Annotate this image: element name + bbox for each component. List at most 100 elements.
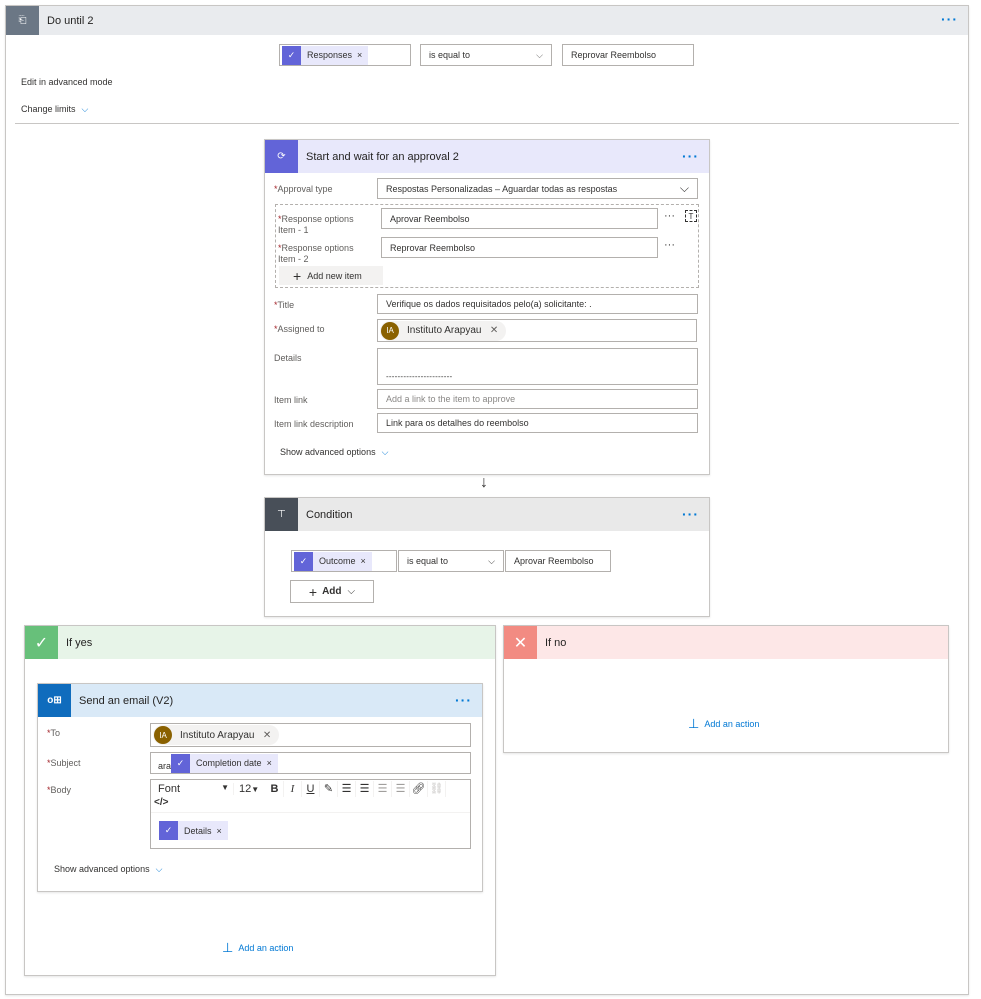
details-token[interactable]: ✓ Details × [159,821,228,840]
item-link-description-label: Item link description [274,419,354,429]
approval-icon: ✓ [294,551,313,571]
details-input[interactable]: - - - - - - - - - - - - - - - - - - - - … [377,348,698,385]
if-no-add-action-button[interactable]: ⊥ Add an action [688,716,759,732]
assigned-to-label: *Assigned to [274,324,325,334]
add-new-item-button[interactable]: + Add new item [279,266,383,285]
email-show-advanced-options-link[interactable]: Show advanced options ⌵ [54,864,162,875]
add-condition-button[interactable]: + Add ⌵ [290,580,374,603]
condition-operator-select[interactable]: is equal to ⌵ [398,550,504,572]
rich-text-toolbar: Font ▼ 12▼ B I U ✎ ☰ ☰ ☰ ☰ 🔗︎ ⛓︎ [151,780,470,797]
response-option-1-input[interactable]: Aprovar Reembolso [381,208,658,229]
person-chip[interactable]: IA Instituto Arapyau ✕ [380,320,507,341]
approval-icon: ✓ [159,821,178,840]
more-options-icon[interactable]: ··· [664,210,675,222]
bold-icon[interactable]: B [266,780,284,797]
add-action-icon: ⊥ [222,940,234,955]
approval-icon: ⟳ [265,140,298,173]
loop-operator-select[interactable]: is equal to ⌵ [420,44,552,66]
condition-header[interactable]: ⊤ Condition ··· [265,498,709,531]
remove-icon[interactable]: ✕ [263,730,271,741]
subject-input[interactable]: ara ✓ Completion date × [150,752,471,774]
caret-down-icon: ▼ [221,782,229,792]
if-no-branch: ✕ If no [503,625,949,753]
approval-type-label: *Approval type [274,184,333,194]
more-options-icon[interactable]: ··· [664,239,675,251]
response-option-2-label: *Response options Item - 2 [278,243,354,264]
chevron-down-icon: ⌵ [679,181,689,195]
link-icon[interactable]: 🔗︎ [410,780,428,797]
details-label: Details [274,353,302,363]
if-yes-add-action-button[interactable]: ⊥ Add an action [222,940,293,956]
person-chip[interactable]: IA Instituto Arapyau ✕ [153,725,280,745]
chevron-down-icon: ⌵ [347,586,356,597]
remove-icon[interactable]: ✕ [490,325,498,336]
approval-icon: ✓ [282,45,301,65]
show-advanced-options-link[interactable]: Show advanced options ⌵ [280,447,388,458]
divider [15,123,959,124]
do-until-header[interactable]: ⎗ Do until 2 ··· [6,6,968,35]
responses-token[interactable]: ✓ Responses × [282,45,369,65]
edit-advanced-mode-link[interactable]: Edit in advanced mode [21,77,113,87]
close-icon: ✕ [504,626,537,659]
remove-token-icon[interactable]: × [361,556,366,566]
outlook-icon: o⊞ [38,684,71,717]
if-yes-header: ✓ If yes [25,626,495,659]
title-label: *Title [274,300,295,310]
font-size-select[interactable]: 12▼ [234,783,266,795]
underline-icon[interactable]: U [302,780,320,797]
remove-token-icon[interactable]: × [217,826,222,836]
bullet-list-icon[interactable]: ☰ [338,780,356,797]
approval-header[interactable]: ⟳ Start and wait for an approval 2 ··· [265,140,709,173]
remove-token-icon[interactable]: × [357,50,362,60]
condition-value-input[interactable]: Aprovar Reembolso [505,550,611,572]
approval-type-select[interactable]: Respostas Personalizadas – Aguardar toda… [377,178,698,199]
caret-down-icon: ▼ [251,784,260,794]
italic-icon[interactable]: I [284,780,302,797]
condition-icon: ⊤ [265,498,298,531]
body-editor[interactable]: Font ▼ 12▼ B I U ✎ ☰ ☰ ☰ ☰ 🔗︎ ⛓︎ </> ✓ Det… [150,779,471,849]
chevron-down-icon: ⌵ [488,555,495,566]
font-select[interactable]: Font ▼ [154,782,234,795]
response-option-2-input[interactable]: Reprovar Reembolso [381,237,658,258]
title-input[interactable]: Verifique os dados requisitados pelo(a) … [377,294,698,314]
body-label: *Body [47,785,72,795]
chevron-down-icon: ⌵ [81,104,89,114]
more-options-icon[interactable]: ··· [682,148,699,164]
code-view-icon[interactable]: </> [151,797,470,813]
do-until-title: Do until 2 [47,14,94,27]
loop-icon: ⎗ [6,6,39,35]
loop-condition-left[interactable]: ✓ Responses × [279,44,411,66]
subject-label: *Subject [47,758,81,768]
text-mode-icon[interactable]: T [685,210,697,222]
avatar: IA [154,726,172,744]
unlink-icon[interactable]: ⛓︎ [428,780,446,797]
send-email-header[interactable]: o⊞ Send an email (V2) ··· [38,684,482,717]
plus-icon: + [308,583,318,600]
chevron-down-icon: ⌵ [381,447,389,457]
numbered-list-icon[interactable]: ☰ [356,780,374,797]
completion-date-token[interactable]: ✓ Completion date × [171,753,278,773]
add-action-icon: ⊥ [688,716,700,731]
outcome-token[interactable]: ✓ Outcome × [294,551,372,571]
remove-token-icon[interactable]: × [267,758,272,768]
chevron-down-icon: ⌵ [155,864,163,874]
more-options-icon[interactable]: ··· [455,692,472,708]
avatar: IA [381,321,399,340]
item-link-description-input[interactable]: Link para os detalhes do reembolso [377,413,698,433]
check-icon: ✓ [25,626,58,659]
assigned-to-input[interactable]: IA Instituto Arapyau ✕ [377,319,697,342]
outdent-icon[interactable]: ☰ [374,780,392,797]
to-label: *To [47,728,61,738]
pen-icon[interactable]: ✎ [320,780,338,797]
arrow-down-icon: ↓ [480,474,488,491]
indent-icon[interactable]: ☰ [392,780,410,797]
chevron-down-icon: ⌵ [536,49,543,60]
condition-left[interactable]: ✓ Outcome × [291,550,397,572]
more-options-icon[interactable]: ··· [941,11,958,27]
item-link-input[interactable]: Add a link to the item to approve [377,389,698,409]
loop-value-input[interactable]: Reprovar Reembolso [562,44,694,66]
change-limits-link[interactable]: Change limits ⌵ [21,104,88,115]
to-input[interactable]: IA Instituto Arapyau ✕ [150,723,471,747]
item-link-label: Item link [274,395,308,405]
more-options-icon[interactable]: ··· [682,506,699,522]
